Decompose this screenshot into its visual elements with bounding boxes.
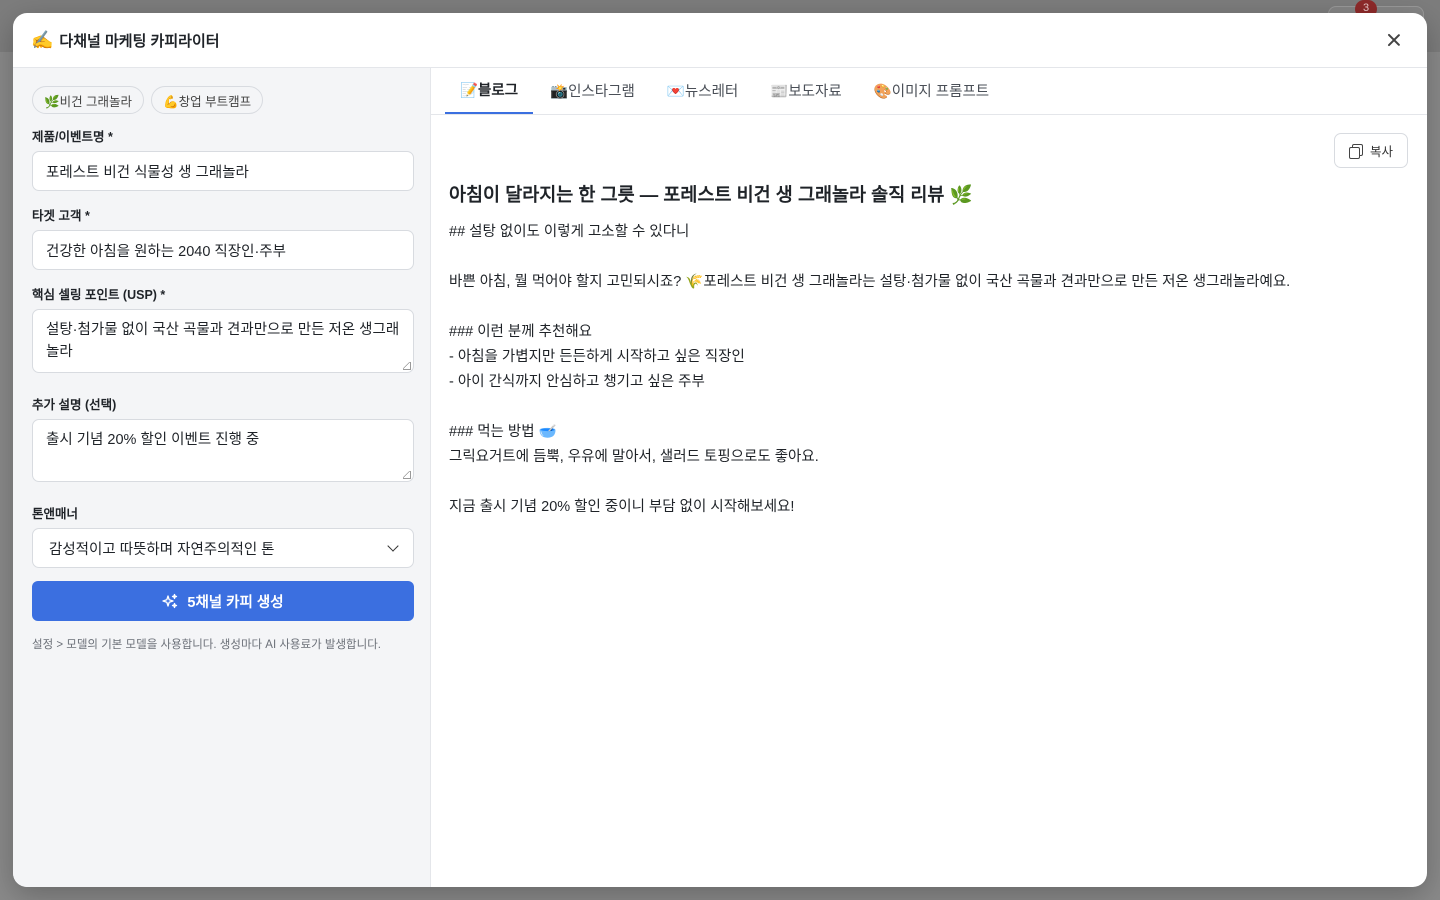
product-label: 제품/이벤트명 *	[32, 130, 113, 144]
model-hint: 설정 > 모델의 기본 모델을 사용합니다. 생성마다 AI 사용료가 발생합니…	[32, 639, 381, 651]
copy-line	[449, 470, 1387, 495]
tab-blog[interactable]: 📝블로그	[445, 67, 534, 114]
copy-line	[449, 395, 1387, 420]
copy-line: ### 먹는 방법 🥣	[449, 424, 557, 440]
input-panel: 🌿비건 그래놀라 💪창업 부트캠프 제품/이벤트명 * 포레스트 비건 식물성 …	[13, 68, 431, 887]
modal-header: ✍️ 다채널 마케팅 카피라이터	[13, 13, 1427, 68]
output-panel: 📝블로그 📸인스타그램 💌뉴스레터 📰보도자료 🎨이미지 프롬프트 복사 아침이…	[431, 68, 1427, 887]
close-icon[interactable]	[1383, 29, 1405, 51]
copy-button[interactable]: 복사	[1334, 133, 1408, 168]
copy-line: 바쁜 아침, 뭘 먹어야 할지 고민되시죠? 🌾포레스트 비건 생 그래놀라는 …	[449, 274, 1291, 290]
usp-textarea[interactable]: 설탕·첨가물 없이 국산 곡물과 견과만으로 만든 저온 생그래놀라	[32, 309, 414, 373]
generated-copy: 아침이 달라지는 한 그릇 — 포레스트 비건 생 그래놀라 솔직 리뷰 🌿 #…	[449, 181, 1387, 520]
usp-label: 핵심 셀링 포인트 (USP) *	[32, 288, 166, 302]
writing-hand-icon: ✍️	[31, 29, 54, 50]
tab-instagram[interactable]: 📸인스타그램	[535, 67, 650, 114]
resize-handle-icon[interactable]	[403, 471, 411, 479]
chevron-down-icon	[387, 540, 399, 552]
copy-icon	[1348, 143, 1363, 159]
preset-list: 🌿비건 그래놀라 💪창업 부트캠프	[32, 86, 412, 114]
copy-line: ### 이런 분께 추천해요	[449, 324, 592, 340]
generate-button-label: 5채널 카피 생성	[187, 594, 284, 611]
copy-line: ## 설탕 없이도 이렇게 고소할 수 있다니	[449, 224, 690, 240]
resize-handle-icon[interactable]	[403, 362, 411, 370]
tone-selected-value: 감성적이고 따뜻하며 자연주의적인 톤	[49, 541, 275, 558]
modal-title: 다채널 마케팅 카피라이터	[59, 32, 220, 50]
product-input[interactable]: 포레스트 비건 식물성 생 그래놀라	[32, 151, 414, 191]
copy-line: 그릭요거트에 듬뿍, 우유에 말아서, 샐러드 토핑으로도 좋아요.	[449, 449, 819, 465]
tone-label: 톤앤매너	[32, 507, 79, 521]
copy-title: 아침이 달라지는 한 그릇 — 포레스트 비건 생 그래놀라 솔직 리뷰 🌿	[449, 184, 973, 205]
usp-text: 설탕·첨가물 없이 국산 곡물과 견과만으로 만든 저온 생그래놀라	[46, 322, 400, 360]
preset-startup-bootcamp[interactable]: 💪창업 부트캠프	[151, 86, 264, 114]
tab-newsletter[interactable]: 💌뉴스레터	[652, 67, 753, 114]
copy-line	[449, 245, 1387, 270]
tab-image-prompt[interactable]: 🎨이미지 프롬프트	[859, 67, 1004, 114]
generate-button[interactable]: 5채널 카피 생성	[32, 581, 414, 621]
extra-text: 출시 기념 20% 할인 이벤트 진행 중	[46, 432, 260, 448]
extra-textarea[interactable]: 출시 기념 20% 할인 이벤트 진행 중	[32, 419, 414, 482]
copywriter-modal: ✍️ 다채널 마케팅 카피라이터 🌿비건 그래놀라 💪창업 부트캠프 제품/이벤…	[13, 13, 1427, 887]
extra-label: 추가 설명 (선택)	[32, 398, 117, 412]
preset-vegan-granola[interactable]: 🌿비건 그래놀라	[32, 86, 145, 114]
sparkles-icon	[162, 593, 178, 609]
tone-select[interactable]: 감성적이고 따뜻하며 자연주의적인 톤	[32, 528, 414, 568]
channel-tabs: 📝블로그 📸인스타그램 💌뉴스레터 📰보도자료 🎨이미지 프롬프트	[431, 68, 1427, 115]
copy-line: 지금 출시 기념 20% 할인 중이니 부담 없이 시작해보세요!	[449, 499, 795, 515]
target-input[interactable]: 건강한 아침을 원하는 2040 직장인·주부	[32, 230, 414, 270]
copy-button-label: 복사	[1369, 145, 1393, 159]
copy-line: - 아침을 가볍지만 든든하게 시작하고 싶은 직장인	[449, 349, 745, 365]
target-label: 타겟 고객 *	[32, 209, 90, 223]
copy-line	[449, 295, 1387, 320]
copy-line: - 아이 간식까지 안심하고 챙기고 싶은 주부	[449, 374, 705, 390]
tab-press-release[interactable]: 📰보도자료	[755, 67, 856, 114]
